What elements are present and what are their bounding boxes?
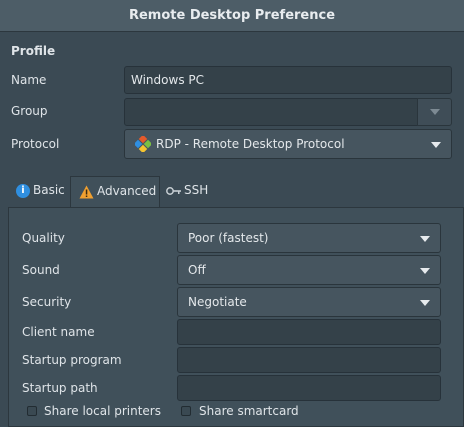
sound-value: Off (188, 263, 206, 277)
tab-basic[interactable]: i Basic (16, 176, 72, 207)
protocol-combo[interactable]: RDP - Remote Desktop Protocol (124, 129, 452, 159)
chevron-down-icon (420, 236, 430, 242)
chevron-down-icon (420, 300, 430, 306)
chevron-down-icon (420, 268, 430, 274)
quality-label: Quality (22, 231, 65, 245)
startup-path-label: Startup path (22, 381, 98, 395)
tab-advanced[interactable]: Advanced (70, 176, 160, 207)
share-smartcard-checkbox[interactable] (181, 406, 191, 416)
key-icon (166, 186, 181, 195)
share-printers-label[interactable]: Share local printers (44, 404, 161, 418)
name-label: Name (11, 73, 47, 87)
startup-path-field[interactable] (177, 375, 441, 401)
name-field[interactable]: Windows PC (124, 66, 452, 94)
quality-combo[interactable]: Poor (fastest) (177, 223, 441, 253)
security-label: Security (22, 295, 72, 309)
share-smartcard-label[interactable]: Share smartcard (199, 404, 299, 418)
group-field[interactable] (124, 98, 418, 126)
security-combo[interactable]: Negotiate (177, 287, 441, 317)
tab-ssh-label: SSH (184, 183, 209, 197)
chevron-down-icon (430, 109, 440, 115)
tab-ssh[interactable]: SSH (166, 176, 216, 207)
window-title: Remote Desktop Preference (0, 0, 464, 32)
security-value: Negotiate (188, 295, 247, 309)
client-name-label: Client name (22, 325, 95, 339)
rdp-protocol-icon (135, 136, 151, 152)
client-name-field[interactable] (177, 319, 441, 345)
protocol-label: Protocol (11, 137, 60, 151)
tab-advanced-label: Advanced (97, 184, 157, 198)
startup-program-label: Startup program (22, 353, 122, 367)
group-label: Group (11, 104, 48, 118)
startup-program-field[interactable] (177, 347, 441, 373)
warning-icon (79, 185, 94, 198)
sound-combo[interactable]: Off (177, 255, 441, 285)
info-icon: i (16, 183, 30, 198)
chevron-down-icon (431, 142, 441, 148)
profile-section-title: Profile (11, 44, 56, 58)
tab-bar: i Basic Advanced SSH (8, 176, 464, 207)
tab-basic-label: Basic (33, 183, 65, 197)
sound-label: Sound (22, 263, 60, 277)
quality-value: Poor (fastest) (188, 231, 269, 245)
share-printers-checkbox[interactable] (27, 406, 37, 416)
group-dropdown-button[interactable] (417, 98, 452, 126)
protocol-value: RDP - Remote Desktop Protocol (156, 137, 345, 151)
